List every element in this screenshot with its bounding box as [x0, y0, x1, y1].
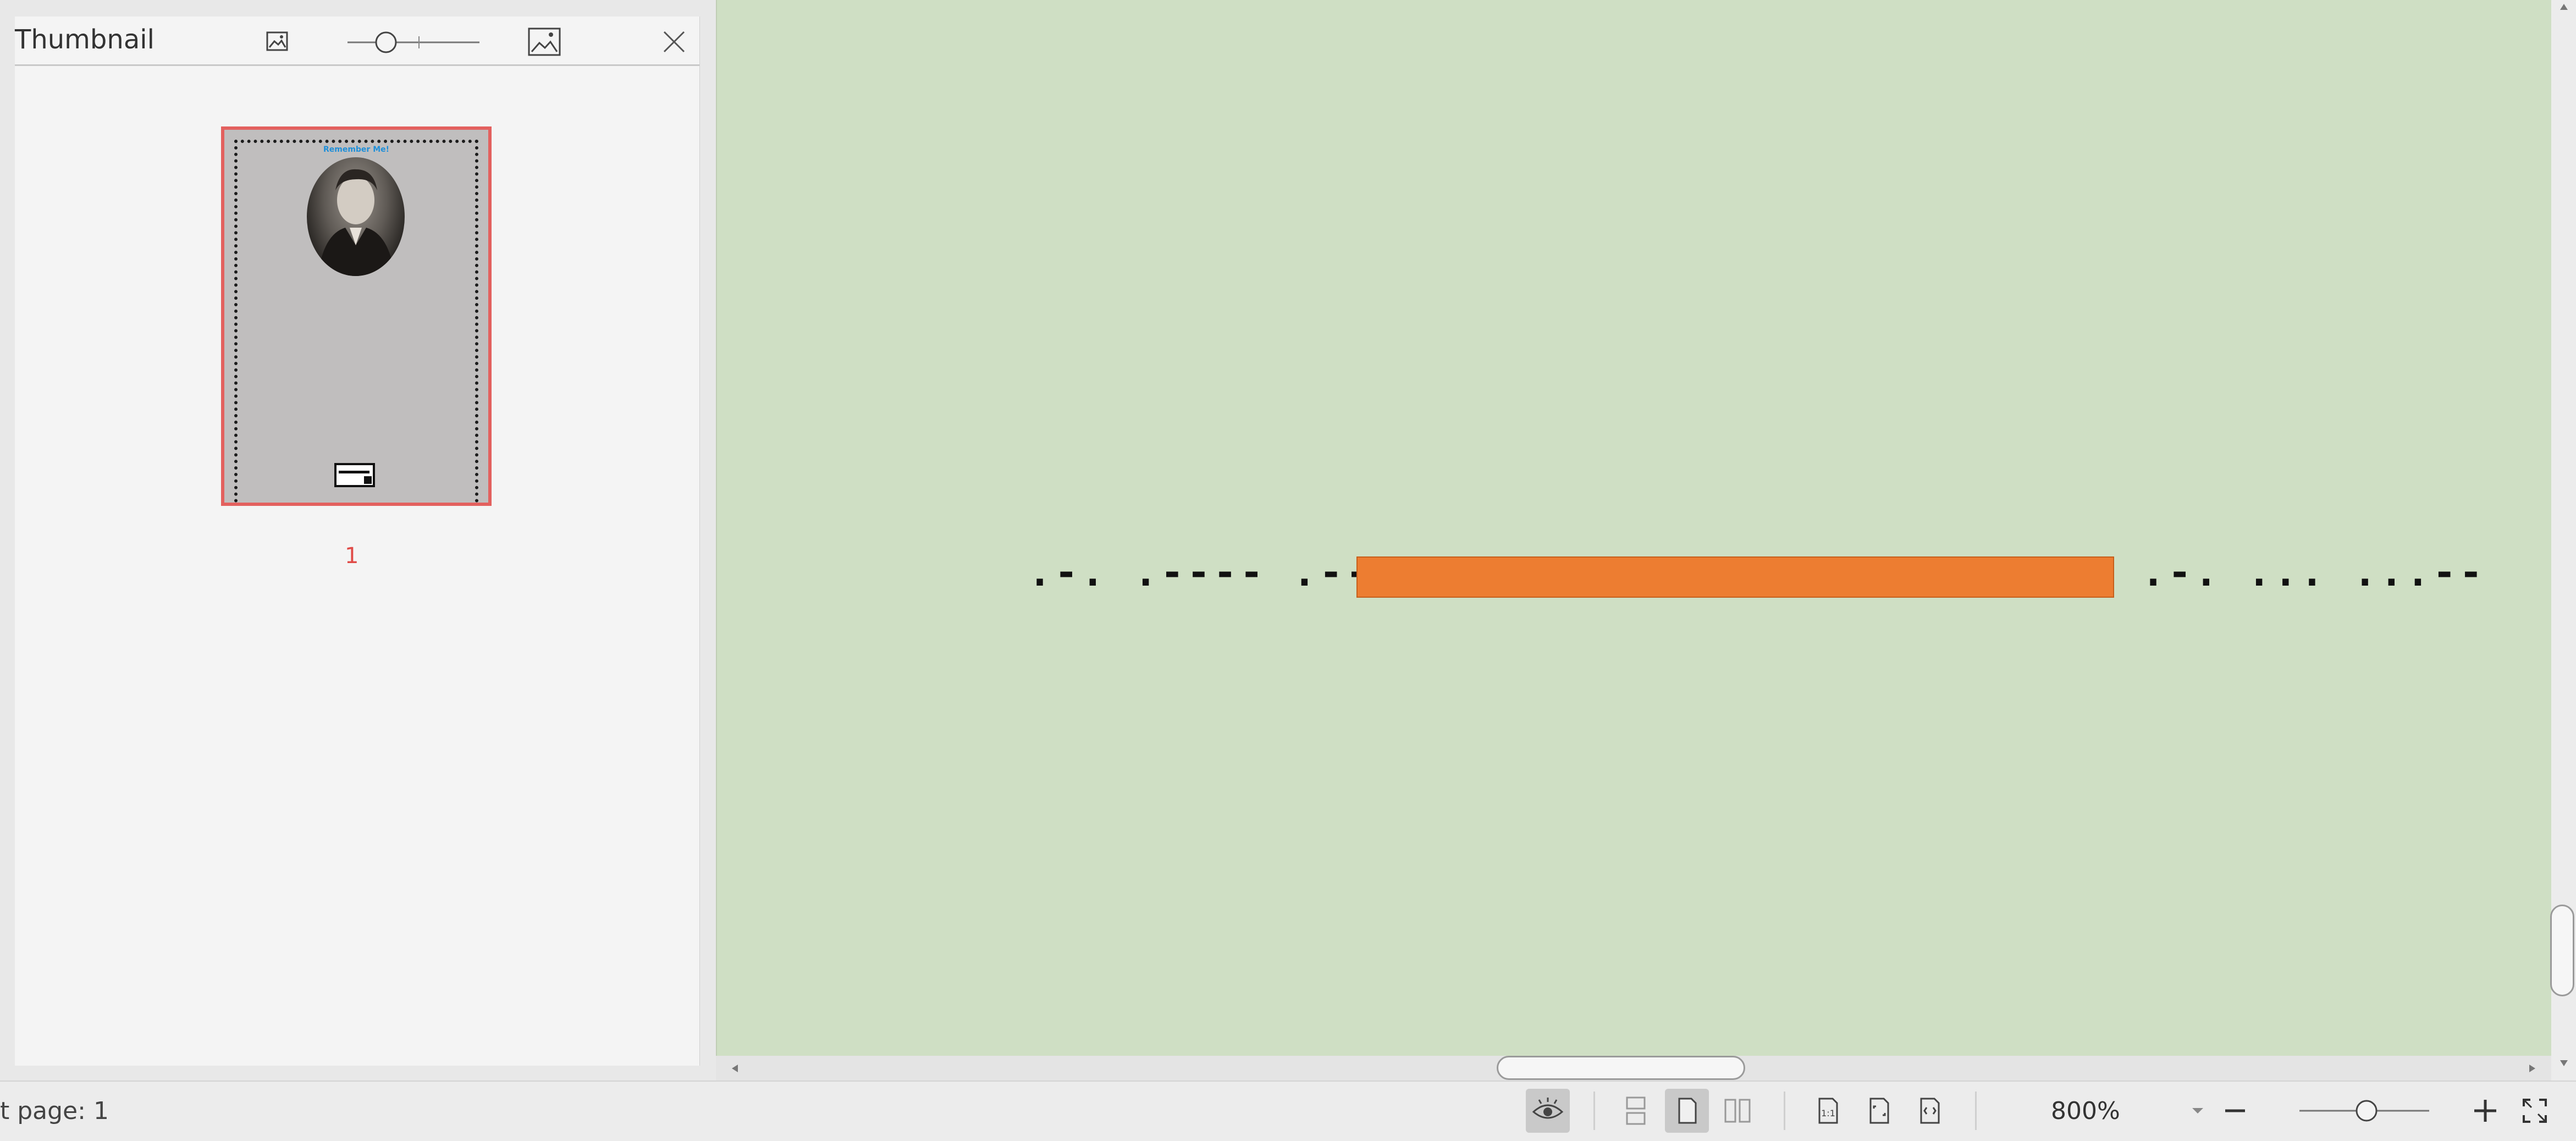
scroll-up-icon[interactable] [2558, 1, 2570, 13]
fit-width-icon[interactable] [1908, 1089, 1952, 1133]
page-border: Remember Me! [234, 140, 478, 503]
zoom-out-icon[interactable] [2213, 1089, 2257, 1133]
panel-title: Thumbnail [15, 24, 155, 55]
fit-page-icon[interactable] [1857, 1089, 1901, 1133]
zoom-slider[interactable] [2298, 1094, 2430, 1127]
scroll-left-icon[interactable] [729, 1062, 741, 1074]
single-page-icon[interactable] [1665, 1089, 1709, 1133]
large-image-icon[interactable] [526, 25, 562, 58]
scroll-down-icon[interactable] [2558, 1057, 2570, 1069]
chevron-down-icon[interactable] [2191, 1106, 2204, 1117]
small-image-icon[interactable] [263, 27, 291, 55]
close-icon[interactable] [661, 29, 687, 55]
status-bar [0, 1081, 2576, 1141]
separator [1784, 1092, 1785, 1130]
zoom-in-icon[interactable] [2463, 1089, 2507, 1133]
current-page-label: t page: 1 [0, 1097, 109, 1125]
zoom-slider[interactable] [342, 29, 485, 56]
redaction-box[interactable] [1356, 556, 2114, 598]
zoom-value[interactable]: 800% [2051, 1097, 2120, 1125]
scroll-right-icon[interactable] [2526, 1062, 2538, 1074]
thumbnail-panel-header: Thumbnail [15, 16, 699, 66]
view-eye-icon[interactable] [1526, 1089, 1570, 1133]
two-page-icon[interactable] [1716, 1089, 1759, 1133]
single-page-continuous-icon[interactable] [1614, 1089, 1658, 1133]
horizontal-scrollbar-thumb[interactable] [1497, 1056, 1745, 1080]
morse-text-right: .-. ... ...-- [2142, 550, 2486, 595]
page-thumbnail[interactable]: Remember Me! [221, 126, 492, 506]
document-canvas[interactable] [716, 0, 2552, 1056]
separator [1593, 1092, 1595, 1130]
actual-size-icon[interactable]: 1:1 [1806, 1089, 1850, 1133]
portrait-image [307, 157, 405, 276]
thumbnail-page-number: 1 [345, 543, 359, 569]
fullscreen-icon[interactable] [2513, 1089, 2557, 1133]
thumbnail-page-title: Remember Me! [323, 145, 390, 154]
vertical-scrollbar-thumb[interactable] [2550, 905, 2574, 996]
separator [1975, 1092, 1977, 1130]
svg-text:1:1: 1:1 [1821, 1108, 1835, 1118]
morse-text-left: .-. .---- .--. [1028, 550, 1399, 595]
thumbnail-form-field [334, 463, 375, 487]
thumbnail-panel: Thumbnail Remember Me! 1 [15, 16, 700, 1066]
